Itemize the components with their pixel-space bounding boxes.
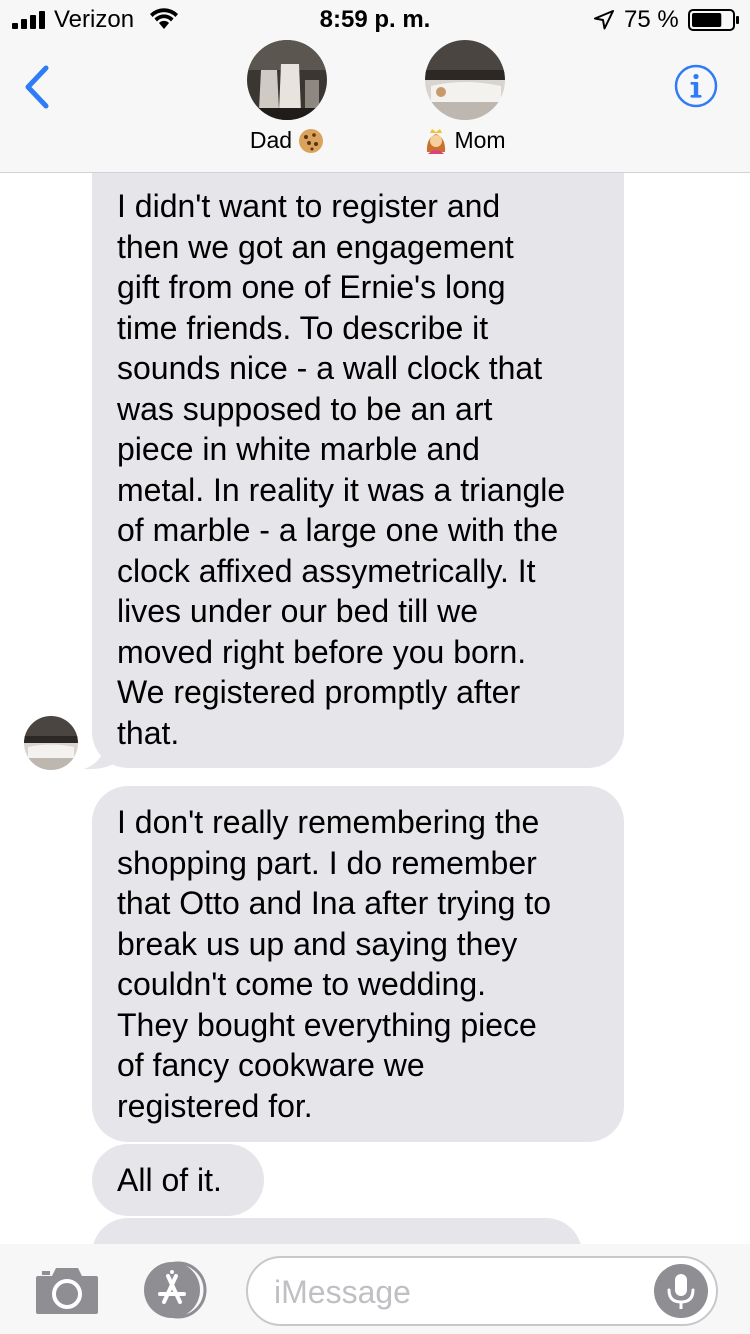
cookie-icon	[299, 128, 324, 153]
app-store-icon[interactable]	[140, 1260, 212, 1320]
camera-icon[interactable]	[34, 1264, 100, 1316]
princess-icon	[427, 128, 446, 154]
info-icon[interactable]	[674, 64, 718, 108]
battery-icon	[688, 9, 739, 31]
battery-percentage: 75 %	[624, 6, 679, 33]
contact-name-mom: Mom	[454, 127, 506, 153]
bubble-tail	[84, 736, 116, 770]
microphone-icon[interactable]	[654, 1264, 708, 1318]
message-input-field[interactable]	[246, 1256, 718, 1326]
contact-name-dad: Dad	[249, 127, 293, 153]
contact-dad[interactable]: Dad	[222, 40, 352, 164]
contact-mom[interactable]: Mom	[400, 40, 530, 164]
message-bubble-1[interactable]: I didn't want to register and then we go…	[92, 172, 624, 768]
dad-avatar	[247, 40, 327, 120]
message-input[interactable]	[272, 1270, 636, 1314]
sender-avatar-image	[24, 716, 78, 770]
message-bubble-3[interactable]: All of it.	[92, 1144, 264, 1216]
back-chevron-icon[interactable]	[22, 64, 52, 110]
conversation-header: Verizon 8:59 p. m. 75 % Dad Mom	[0, 0, 750, 173]
status-bar: Verizon 8:59 p. m. 75 %	[0, 0, 750, 40]
message-bubble-2[interactable]: I don't really remembering the shopping …	[92, 786, 624, 1142]
input-bar	[0, 1244, 750, 1334]
mom-avatar	[425, 40, 505, 120]
location-arrow-icon	[594, 10, 614, 30]
sender-avatar[interactable]	[24, 716, 78, 770]
